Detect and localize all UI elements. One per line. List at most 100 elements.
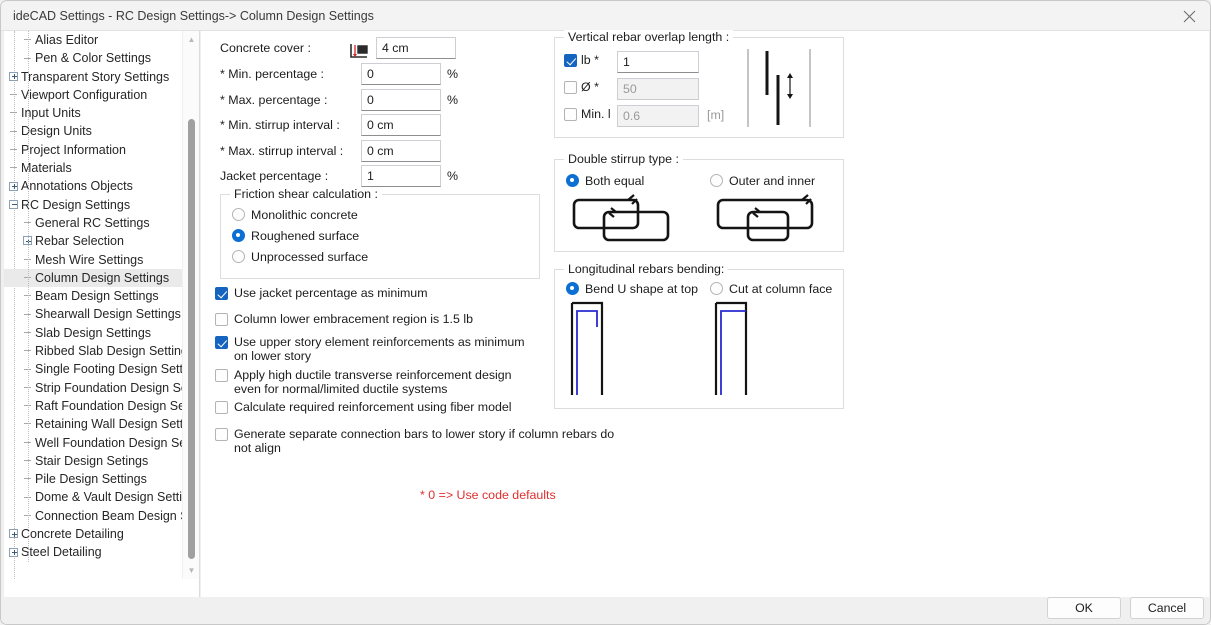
sidebar-item-steel-detailing[interactable]: Steel Detailing bbox=[4, 543, 182, 561]
tree-expand-icon[interactable] bbox=[9, 71, 18, 81]
min-stirrup-interval-input[interactable] bbox=[361, 114, 441, 136]
sidebar-item-stair-design-setings[interactable]: Stair Design Setings bbox=[4, 452, 182, 470]
sidebar-item-label: Transparent Story Settings bbox=[21, 69, 170, 84]
sidebar-item-label: Dome & Vault Design Settin bbox=[35, 490, 182, 505]
cut-at-column-face-svg bbox=[714, 301, 748, 395]
sidebar-item-mesh-wire-settings[interactable]: Mesh Wire Settings bbox=[4, 251, 182, 269]
checkbox-use-jacket-percentage-as-minimum[interactable] bbox=[215, 287, 228, 300]
sidebar-item-project-information[interactable]: Project Information bbox=[4, 141, 182, 159]
checkbox-use-upper-story-element-reinforcements-a[interactable] bbox=[215, 336, 228, 349]
radio-double-stirrup-outer-inner[interactable] bbox=[710, 174, 723, 187]
sidebar-item-label: Slab Design Settings bbox=[35, 325, 152, 340]
scroll-up-icon[interactable]: ▲ bbox=[183, 31, 200, 48]
tree-branch-icon bbox=[23, 346, 32, 355]
sidebar-item-label: Mesh Wire Settings bbox=[35, 252, 144, 267]
sidebar-item-concrete-detailing[interactable]: Concrete Detailing bbox=[4, 525, 182, 543]
sidebar-item-label: Raft Foundation Design Sett bbox=[35, 398, 182, 413]
checkbox-apply-high-ductile-transverse-reinforcem[interactable] bbox=[215, 369, 228, 382]
sidebar-item-retaining-wall-design-settin[interactable]: Retaining Wall Design Settin bbox=[4, 415, 182, 433]
tree-collapse-icon[interactable] bbox=[9, 199, 18, 209]
cancel-button[interactable]: Cancel bbox=[1130, 597, 1204, 619]
tree-branch-icon bbox=[23, 255, 32, 264]
radio-friction-roughened-surface[interactable] bbox=[232, 229, 245, 242]
tree-expand-icon[interactable] bbox=[23, 236, 32, 246]
sidebar-item-dome-vault-design-settin[interactable]: Dome & Vault Design Settin bbox=[4, 488, 182, 506]
field-row-max-percentage: * Max. percentage : % bbox=[220, 89, 520, 112]
sidebar-item-pile-design-settings[interactable]: Pile Design Settings bbox=[4, 470, 182, 488]
sidebar-item-well-foundation-design-sett[interactable]: Well Foundation Design Sett bbox=[4, 434, 182, 452]
sidebar-item-pen-color-settings[interactable]: Pen & Color Settings bbox=[4, 49, 182, 67]
settings-tree[interactable]: Alias Editor Pen & Color Settings Transpar… bbox=[4, 31, 182, 579]
sidebar-item-shearwall-design-settings[interactable]: Shearwall Design Settings bbox=[4, 305, 182, 323]
checkbox-overlap-0[interactable] bbox=[564, 54, 577, 67]
tree-expand-icon[interactable] bbox=[9, 529, 18, 539]
jacket-percentage-input[interactable] bbox=[361, 165, 441, 187]
checkbox-calculate-required-reinforcement-using-f[interactable] bbox=[215, 401, 228, 414]
checkbox-overlap-2[interactable] bbox=[564, 108, 577, 121]
max-percentage-label: * Max. percentage : bbox=[220, 93, 328, 107]
radio-bend-u-shape-at-top[interactable] bbox=[566, 282, 579, 295]
sidebar-item-strip-foundation-design-set[interactable]: Strip Foundation Design Set bbox=[4, 379, 182, 397]
tree-branch-icon bbox=[9, 145, 18, 154]
overlap-input-1[interactable] bbox=[617, 78, 699, 100]
sidebar-item-viewport-configuration[interactable]: Viewport Configuration bbox=[4, 86, 182, 104]
tree-branch-icon bbox=[23, 383, 32, 392]
jacket-percentage-label: Jacket percentage : bbox=[220, 169, 329, 183]
tree-branch-icon bbox=[23, 511, 32, 520]
radio-friction-unprocessed-surface[interactable] bbox=[232, 250, 245, 263]
concrete-cover-icon[interactable] bbox=[348, 42, 370, 60]
scroll-down-icon[interactable]: ▼ bbox=[183, 562, 200, 579]
sidebar-item-ribbed-slab-design-settings[interactable]: Ribbed Slab Design Settings bbox=[4, 342, 182, 360]
sidebar-item-label: Column Design Settings bbox=[35, 270, 170, 285]
sidebar-item-beam-design-settings[interactable]: Beam Design Settings bbox=[4, 287, 182, 305]
radio-label-outer-and-inner: Outer and inner bbox=[729, 174, 816, 188]
both-equal-diagram bbox=[566, 193, 684, 245]
sidebar-item-label: RC Design Settings bbox=[21, 197, 131, 212]
checkbox-column-lower-embracement-region-is-1-5-l[interactable] bbox=[215, 313, 228, 326]
max-percentage-input[interactable] bbox=[361, 89, 441, 111]
radio-cut-at-column-face[interactable] bbox=[710, 282, 723, 295]
sidebar-item-rc-design-settings[interactable]: RC Design Settings bbox=[4, 196, 182, 214]
checkbox-generate-separate-connection-bars-to-low[interactable] bbox=[215, 428, 228, 441]
ok-button[interactable]: OK bbox=[1047, 597, 1121, 619]
sidebar-item-single-footing-design-settin[interactable]: Single Footing Design Settin bbox=[4, 360, 182, 378]
window-title: ideCAD Settings - RC Design Settings-> C… bbox=[13, 9, 374, 23]
checkbox-overlap-1[interactable] bbox=[564, 81, 577, 94]
sidebar-item-label: Stair Design Setings bbox=[35, 453, 149, 468]
tree-branch-icon bbox=[23, 54, 32, 63]
radio-double-stirrup-both-equal[interactable] bbox=[566, 174, 579, 187]
max-stirrup-interval-input[interactable] bbox=[361, 140, 441, 162]
max-stirrup-interval-label: * Max. stirrup interval : bbox=[220, 144, 344, 158]
sidebar-item-materials[interactable]: Materials bbox=[4, 159, 182, 177]
sidebar-item-input-units[interactable]: Input Units bbox=[4, 104, 182, 122]
radio-friction-monolithic-concrete[interactable] bbox=[232, 208, 245, 221]
overlap-input-0[interactable] bbox=[617, 51, 699, 73]
overlap-input-2[interactable] bbox=[617, 105, 699, 127]
sidebar-item-connection-beam-design-se[interactable]: Connection Beam Design Se bbox=[4, 507, 182, 525]
sidebar-item-label: Single Footing Design Settin bbox=[35, 362, 182, 377]
min-percentage-input[interactable] bbox=[361, 63, 441, 85]
field-row-min-percentage: * Min. percentage : % bbox=[220, 63, 520, 86]
sidebar-item-annotations-objects[interactable]: Annotations Objects bbox=[4, 177, 182, 195]
tree-vertical-scroll-thumb[interactable] bbox=[188, 119, 195, 559]
tree-expand-icon[interactable] bbox=[9, 181, 18, 191]
sidebar-item-rebar-selection[interactable]: Rebar Selection bbox=[4, 232, 182, 250]
close-icon[interactable] bbox=[1166, 1, 1210, 31]
sidebar-item-raft-foundation-design-sett[interactable]: Raft Foundation Design Sett bbox=[4, 397, 182, 415]
main-panel: Concrete cover : * Min. percentage : % *… bbox=[201, 30, 1209, 597]
tree-branch-icon bbox=[23, 438, 32, 447]
sidebar-item-alias-editor[interactable]: Alias Editor bbox=[4, 31, 182, 49]
tree-vertical-scrollbar[interactable]: ▲ ▼ bbox=[182, 31, 199, 579]
overlap-row-label-2: Min. l bbox=[581, 107, 611, 121]
concrete-cover-input[interactable] bbox=[376, 37, 456, 59]
sidebar-item-transparent-story-settings[interactable]: Transparent Story Settings bbox=[4, 68, 182, 86]
tree-expand-icon[interactable] bbox=[9, 547, 18, 557]
tree-branch-icon bbox=[23, 291, 32, 300]
sidebar-item-column-design-settings[interactable]: Column Design Settings bbox=[4, 268, 182, 288]
tree-branch-icon bbox=[9, 108, 18, 117]
max-percentage-unit: % bbox=[447, 93, 459, 107]
sidebar-item-general-rc-settings[interactable]: General RC Settings bbox=[4, 214, 182, 232]
sidebar-item-design-units[interactable]: Design Units bbox=[4, 122, 182, 140]
sidebar-item-slab-design-settings[interactable]: Slab Design Settings bbox=[4, 324, 182, 342]
vertical-rebar-overlap-group: Vertical rebar overlap length : lb * Ø * M… bbox=[554, 30, 844, 138]
